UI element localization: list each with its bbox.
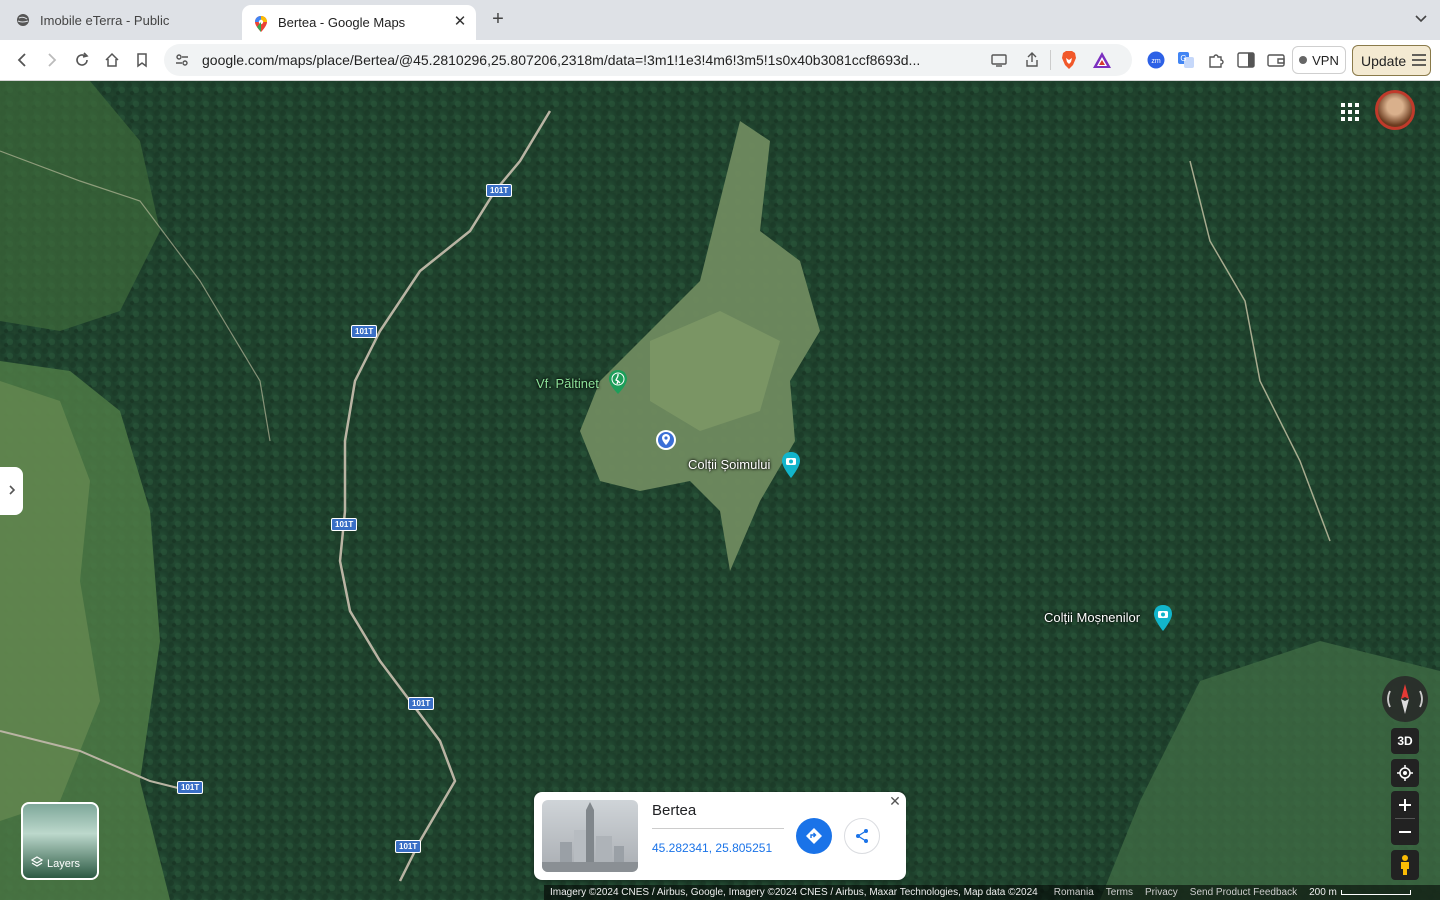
sidebar-icon[interactable] bbox=[1236, 50, 1256, 70]
address-bar[interactable]: google.com/maps/place/Bertea/@45.2810296… bbox=[164, 44, 1132, 76]
scale-bar bbox=[1340, 890, 1411, 895]
directions-icon bbox=[806, 828, 822, 844]
layers-icon bbox=[30, 856, 44, 871]
zoom-controls bbox=[1391, 791, 1419, 845]
share-icon bbox=[856, 829, 868, 843]
layers-button[interactable]: Layers bbox=[21, 802, 99, 880]
browser-toolbar: google.com/maps/place/Bertea/@45.2810296… bbox=[0, 40, 1440, 81]
road-shield-101t: 101T bbox=[177, 781, 204, 794]
reload-button[interactable] bbox=[72, 50, 92, 70]
compass-button[interactable] bbox=[1382, 676, 1428, 722]
globe-icon bbox=[16, 13, 30, 27]
new-tab-button[interactable]: + bbox=[488, 9, 508, 29]
share-page-icon[interactable] bbox=[1024, 51, 1040, 74]
place-title: Bertea bbox=[652, 802, 697, 819]
hamburger-menu-icon bbox=[1412, 53, 1427, 69]
divider bbox=[1050, 50, 1051, 70]
home-button[interactable] bbox=[102, 50, 122, 70]
directions-button[interactable] bbox=[796, 818, 832, 854]
forward-button[interactable] bbox=[42, 50, 62, 70]
puzzle-extensions-icon[interactable] bbox=[1206, 50, 1226, 70]
bookmark-icon bbox=[137, 53, 147, 68]
tab-title: Imobile eTerra - Public bbox=[40, 12, 170, 28]
place-info-card[interactable]: Bertea 45.282341, 25.805251 ✕ bbox=[534, 792, 906, 880]
update-button[interactable]: Update bbox=[1352, 45, 1431, 76]
street-view-pegman-button[interactable] bbox=[1391, 850, 1419, 880]
update-label: Update bbox=[1361, 52, 1407, 69]
close-card-icon[interactable]: ✕ bbox=[888, 794, 902, 808]
url-text[interactable]: google.com/maps/place/Bertea/@45.2810296… bbox=[202, 52, 982, 68]
plus-icon bbox=[1399, 798, 1411, 811]
crosshair-icon bbox=[1397, 765, 1413, 781]
zoom-out-button[interactable] bbox=[1399, 819, 1411, 845]
brave-shield-icon[interactable] bbox=[1060, 50, 1078, 75]
place-label-vf-paltinet[interactable]: Vf. Păltinet bbox=[536, 376, 599, 391]
compass-icon bbox=[1387, 684, 1423, 714]
minus-icon bbox=[1399, 831, 1411, 833]
google-apps-icon[interactable] bbox=[1340, 102, 1360, 122]
road-shield-101t: 101T bbox=[486, 184, 513, 197]
divider bbox=[652, 828, 784, 829]
place-label-coltii-mosnenilor[interactable]: Colții Moșnenilor bbox=[1044, 610, 1140, 625]
chevron-right-icon bbox=[8, 484, 16, 499]
country-link[interactable]: Romania bbox=[1044, 887, 1100, 898]
road-shield-101t: 101T bbox=[408, 697, 435, 710]
chevron-down-icon[interactable] bbox=[1414, 11, 1430, 27]
tab-imobile[interactable]: Imobile eTerra - Public bbox=[8, 0, 238, 40]
svg-text:zm: zm bbox=[1151, 58, 1161, 65]
vpn-button[interactable]: VPN bbox=[1292, 46, 1346, 74]
pegman-icon bbox=[1401, 855, 1409, 875]
place-thumbnail[interactable] bbox=[542, 800, 638, 872]
arrow-left-icon bbox=[17, 53, 26, 67]
svg-text:G: G bbox=[1180, 54, 1186, 63]
tab-bar: Imobile eTerra - Public Bertea - Google … bbox=[0, 0, 1440, 40]
wallet-icon[interactable] bbox=[1266, 50, 1286, 70]
place-label-coltii-soimului[interactable]: Colții Șoimului bbox=[688, 457, 770, 472]
tab-title: Bertea - Google Maps bbox=[278, 15, 406, 30]
arrow-right-icon bbox=[48, 53, 57, 67]
layers-label: Layers bbox=[47, 857, 81, 870]
satellite-imagery bbox=[0, 81, 1440, 900]
install-app-icon[interactable] bbox=[990, 52, 1008, 73]
selected-location-pin-icon[interactable] bbox=[655, 429, 676, 453]
hiking-pin-icon[interactable] bbox=[608, 370, 628, 394]
road-shield-101t: 101T bbox=[395, 840, 422, 853]
scale-label: 200 m bbox=[1309, 887, 1337, 898]
avatar[interactable] bbox=[1375, 90, 1415, 130]
photo-pin-icon[interactable] bbox=[781, 452, 801, 478]
place-coordinates[interactable]: 45.282341, 25.805251 bbox=[652, 841, 772, 855]
home-icon bbox=[105, 52, 119, 67]
imagery-attribution: Imagery ©2024 CNES / Airbus, Google, Ima… bbox=[550, 887, 1038, 898]
road-shield-101t: 101T bbox=[331, 518, 358, 531]
bookmark-button[interactable] bbox=[132, 50, 152, 70]
back-button[interactable] bbox=[12, 50, 32, 70]
share-button[interactable] bbox=[844, 818, 880, 854]
zoom-in-button[interactable] bbox=[1399, 791, 1411, 818]
map-scale[interactable]: 200 m bbox=[1303, 887, 1411, 898]
send-feedback-link[interactable]: Send Product Feedback bbox=[1184, 887, 1303, 898]
reload-icon bbox=[76, 52, 89, 66]
3d-toggle-button[interactable]: 3D bbox=[1391, 728, 1419, 754]
my-location-button[interactable] bbox=[1391, 759, 1419, 787]
road-shield-101t: 101T bbox=[351, 325, 378, 338]
vpn-label: VPN bbox=[1312, 52, 1339, 68]
map-canvas[interactable]: 101T 101T 101T 101T 101T 101T Vf. Păltin… bbox=[0, 81, 1440, 900]
map-footer: Imagery ©2024 CNES / Airbus, Google, Ima… bbox=[544, 885, 1440, 900]
brave-rewards-icon[interactable] bbox=[1092, 51, 1112, 74]
expand-side-panel-button[interactable] bbox=[0, 467, 23, 515]
translate-extension-icon[interactable]: G bbox=[1176, 50, 1196, 70]
close-tab-icon[interactable]: ✕ bbox=[452, 14, 468, 30]
google-maps-icon bbox=[254, 15, 268, 32]
privacy-link[interactable]: Privacy bbox=[1139, 887, 1184, 898]
vpn-status-dot bbox=[1299, 56, 1308, 64]
photo-pin-icon[interactable] bbox=[1153, 605, 1173, 631]
tab-google-maps[interactable]: Bertea - Google Maps ✕ bbox=[242, 5, 476, 40]
site-settings-icon[interactable] bbox=[174, 52, 190, 73]
zoom-extension-icon[interactable]: zm bbox=[1146, 50, 1166, 70]
terms-link[interactable]: Terms bbox=[1100, 887, 1139, 898]
